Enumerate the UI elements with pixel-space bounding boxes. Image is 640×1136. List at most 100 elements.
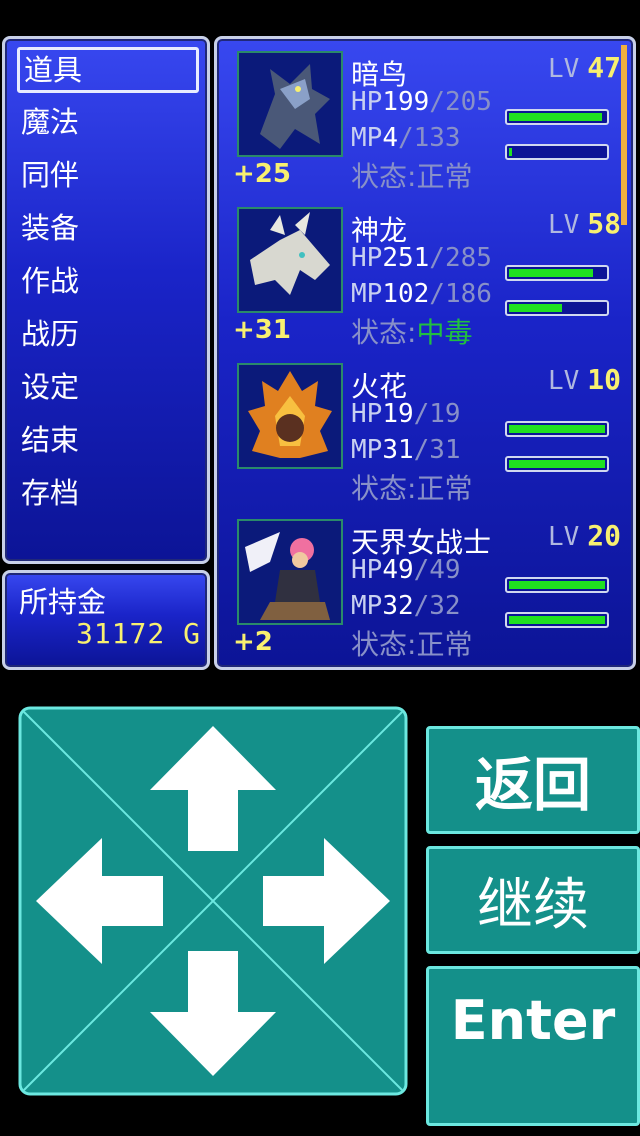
status-value: 中毒 <box>416 316 473 349</box>
status: 状态:正常 <box>351 155 472 195</box>
hp-bar <box>505 577 609 593</box>
mp-max: 32 <box>429 591 461 621</box>
party-member[interactable]: +2 天界女战士 LV 20 HP49/49 MP32/32 状态:正常 <box>233 517 625 667</box>
mp-separator: / <box>429 279 445 309</box>
menu-item-quit[interactable]: 结束 <box>17 417 199 463</box>
hp-stat: HP199/205 <box>351 87 492 117</box>
hp-label: HP <box>351 243 383 273</box>
continue-button[interactable]: 继续 <box>426 846 640 954</box>
mp-value: 31 <box>382 435 414 465</box>
party-member[interactable]: 火花 LV 10 HP19/19 MP31/31 状态:正常 <box>233 361 625 511</box>
status-value: 正常 <box>416 628 473 661</box>
command-menu: 道具 魔法 同伴 装备 作战 战历 设定 结束 存档 <box>2 36 210 564</box>
mp-bar <box>505 144 609 160</box>
mp-value: 32 <box>382 591 414 621</box>
hp-value: 19 <box>382 399 414 429</box>
hp-max: 285 <box>444 243 492 273</box>
menu-item-battle-history[interactable]: 战历 <box>17 311 199 357</box>
status-label: 状态: <box>351 316 417 349</box>
mp-label: MP <box>351 279 383 309</box>
hp-max: 19 <box>429 399 461 429</box>
level: LV 10 <box>548 363 621 396</box>
hp-max: 49 <box>429 555 461 585</box>
mp-bar-fill <box>509 460 605 468</box>
mp-separator: / <box>413 435 430 465</box>
mp-stat: MP102/186 <box>351 279 492 309</box>
mp-stat: MP4/133 <box>351 123 461 153</box>
level-label: LV <box>547 522 580 552</box>
mp-value: 102 <box>382 279 430 309</box>
hp-value: 199 <box>382 87 430 117</box>
mp-max: 31 <box>429 435 461 465</box>
menu-item-equipment[interactable]: 装备 <box>17 205 199 251</box>
level-value: 20 <box>587 519 621 552</box>
hp-bar <box>505 421 609 437</box>
hp-bar-fill <box>509 113 603 121</box>
bonus-value: +31 <box>233 315 291 345</box>
menu-item-save[interactable]: 存档 <box>17 470 199 516</box>
hp-stat: HP19/19 <box>351 399 461 429</box>
hp-stat: HP251/285 <box>351 243 492 273</box>
status-label: 状态: <box>351 160 417 193</box>
gold-value: 31172 G <box>75 617 201 650</box>
mp-bar <box>505 612 609 628</box>
mp-value: 4 <box>382 123 398 153</box>
bonus-value: +2 <box>233 627 273 657</box>
mp-label: MP <box>351 591 383 621</box>
menu-item-magic[interactable]: 魔法 <box>17 99 199 145</box>
bonus-value: +25 <box>233 159 291 189</box>
menu-item-settings[interactable]: 设定 <box>17 364 199 410</box>
mp-bar <box>505 456 609 472</box>
fire-spirit-icon <box>237 363 343 469</box>
level: LV 47 <box>548 51 621 84</box>
mp-stat: MP31/31 <box>351 435 461 465</box>
hp-separator: / <box>429 243 445 273</box>
hp-separator: / <box>429 87 445 117</box>
mp-label: MP <box>351 123 383 153</box>
status: 状态:正常 <box>351 467 472 507</box>
hp-label: HP <box>351 399 383 429</box>
menu-item-tactics[interactable]: 作战 <box>17 258 199 304</box>
mp-max: 186 <box>444 279 492 309</box>
mp-bar-fill <box>509 148 512 156</box>
mp-bar-fill <box>509 616 605 624</box>
level-label: LV <box>547 366 580 396</box>
hp-bar <box>505 109 609 125</box>
party-member[interactable]: +31 神龙 LV 58 HP251/285 MP102/186 状态:中毒 <box>233 205 625 355</box>
hp-separator: / <box>413 399 430 429</box>
status: 状态:中毒 <box>351 311 472 351</box>
gold-label: 所持金 <box>19 585 107 619</box>
hp-value: 251 <box>382 243 430 273</box>
level-label: LV <box>547 54 580 84</box>
hp-value: 49 <box>382 555 414 585</box>
mp-bar <box>505 300 609 316</box>
level: LV 20 <box>548 519 621 552</box>
level-value: 47 <box>587 51 621 84</box>
hp-stat: HP49/49 <box>351 555 461 585</box>
level-value: 58 <box>587 207 621 240</box>
mp-max: 133 <box>413 123 461 153</box>
mp-separator: / <box>397 123 414 153</box>
hp-label: HP <box>351 555 383 585</box>
level-label: LV <box>547 210 580 240</box>
hp-bar-fill <box>509 425 605 433</box>
hp-bar <box>505 265 609 281</box>
hp-max: 205 <box>444 87 492 117</box>
menu-item-party[interactable]: 同伴 <box>17 152 199 198</box>
mp-separator: / <box>413 591 430 621</box>
mp-stat: MP32/32 <box>351 591 461 621</box>
level: LV 58 <box>548 207 621 240</box>
back-button[interactable]: 返回 <box>426 726 640 834</box>
dark-bird-icon <box>237 51 343 157</box>
party-member[interactable]: +25 暗鸟 LV 47 HP199/205 MP4/133 状态:正常 <box>233 49 625 199</box>
menu-item-items[interactable]: 道具 <box>17 47 199 93</box>
enter-button[interactable]: Enter <box>426 966 640 1126</box>
mp-bar-fill <box>509 304 562 312</box>
status-label: 状态: <box>351 472 417 505</box>
party-list[interactable]: +25 暗鸟 LV 47 HP199/205 MP4/133 状态:正常 +31 … <box>214 36 636 670</box>
dpad[interactable] <box>18 706 408 1096</box>
status-value: 正常 <box>416 472 473 505</box>
hp-separator: / <box>413 555 430 585</box>
level-value: 10 <box>587 363 621 396</box>
status-label: 状态: <box>351 628 417 661</box>
